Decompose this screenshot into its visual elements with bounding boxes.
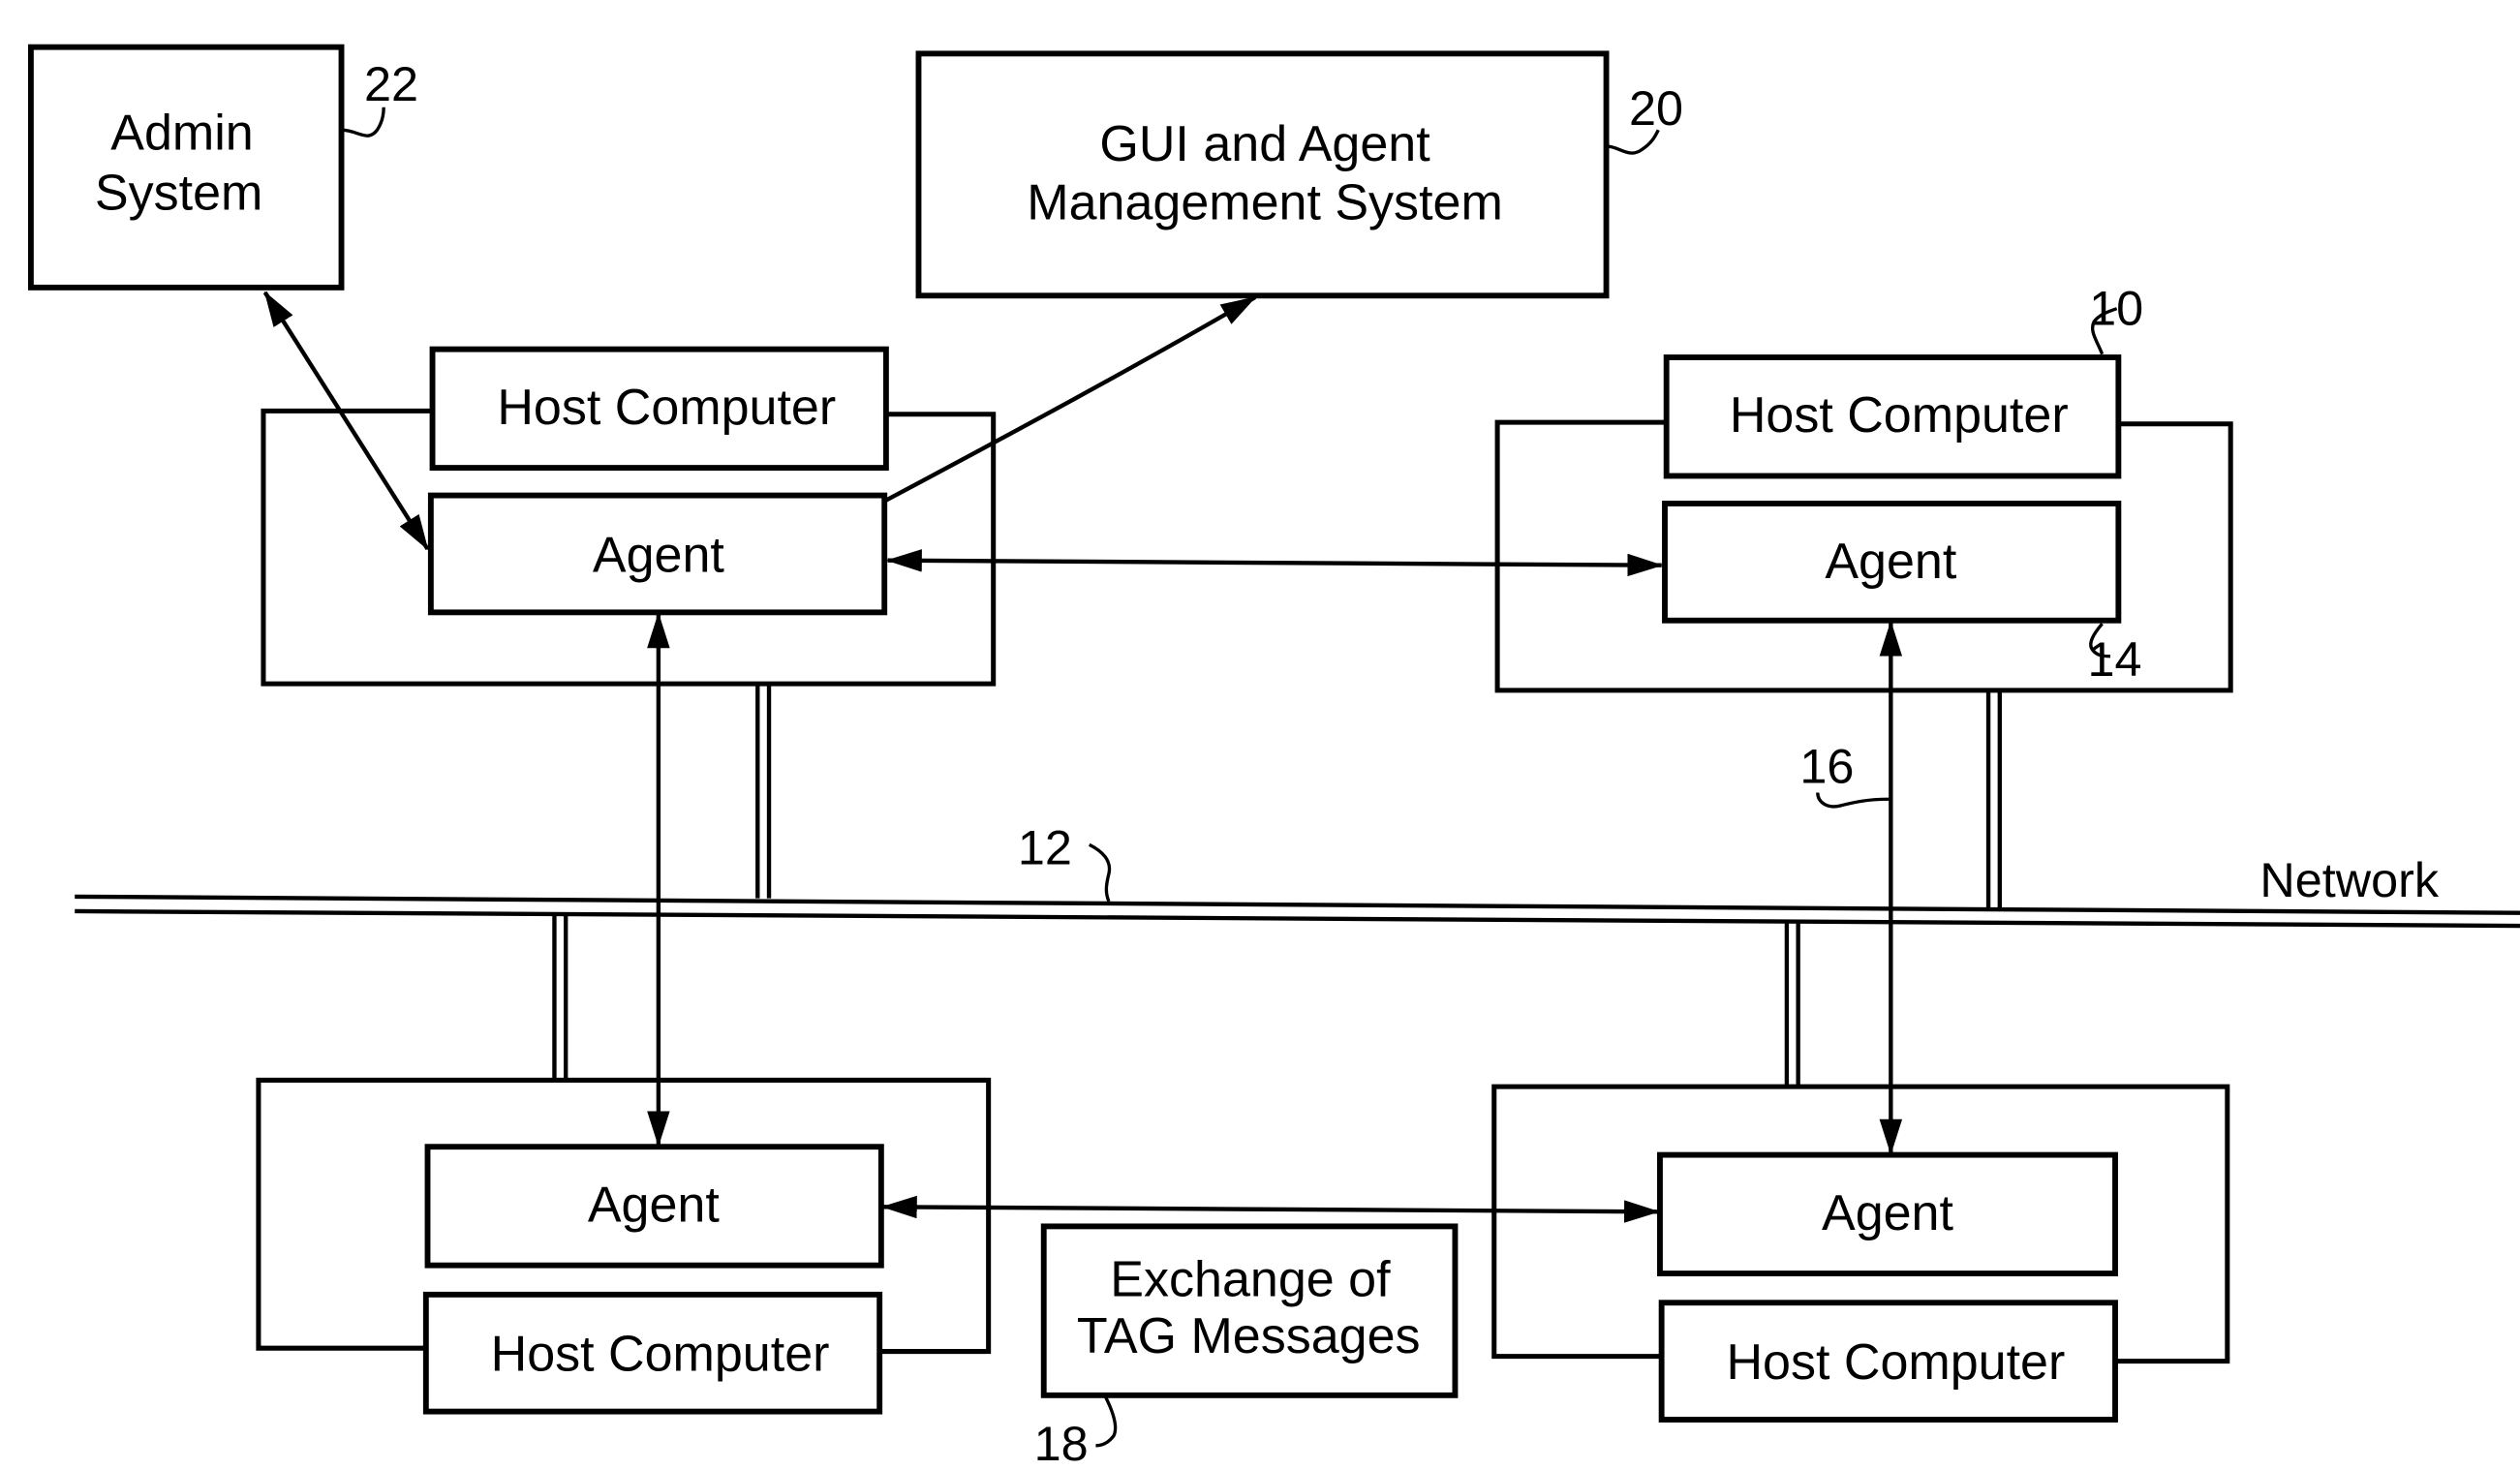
agent-label: Agent	[1825, 534, 1956, 590]
arrow-admin-agent	[262, 291, 430, 551]
network-drop-bottom-left	[552, 914, 569, 1081]
gui-label-line1: GUI and Agent	[1099, 116, 1430, 172]
ref-22: 22	[364, 56, 418, 111]
ref-14: 14	[2087, 631, 2141, 687]
admin-system-label-line1: Admin	[110, 105, 253, 161]
tag-exchange-line2: TAG Messages	[1077, 1308, 1421, 1364]
agent-network-diagram: Admin System 22 GUI and Agent Management…	[27, 44, 2520, 1470]
ref-16: 16	[1799, 739, 1854, 794]
leader-22	[341, 107, 385, 138]
tag-exchange-box: Exchange of TAG Messages	[1040, 1223, 1459, 1398]
network-label: Network	[2259, 852, 2439, 907]
host-group-bottom-right: Agent Host Computer	[1491, 1084, 2230, 1423]
ref-18: 18	[1034, 1416, 1089, 1470]
tag-exchange-line1: Exchange of	[1110, 1252, 1391, 1308]
host-computer-label: Host Computer	[1730, 387, 2069, 444]
gui-label-line2: Management System	[1027, 174, 1503, 230]
host-computer-label: Host Computer	[491, 1327, 830, 1383]
host-group-bottom-left: Agent Host Computer	[256, 1077, 992, 1415]
agent-label: Agent	[588, 1177, 720, 1233]
agent-label: Agent	[1822, 1185, 1953, 1241]
ref-20: 20	[1629, 80, 1683, 136]
ref-12: 12	[1018, 819, 1072, 874]
network-drop-top-left	[755, 684, 772, 899]
arrow-agent-agent-bottom	[880, 1195, 1660, 1223]
admin-system-label-line2: System	[95, 165, 262, 221]
leader-16	[1816, 792, 1890, 809]
admin-system-box: Admin System	[27, 44, 345, 291]
arrow-agent-agent-top	[885, 549, 1664, 577]
agent-label: Agent	[593, 527, 724, 583]
host-computer-label: Host Computer	[497, 380, 836, 436]
host-computer-label: Host Computer	[1726, 1334, 2065, 1391]
network-bus	[75, 894, 2520, 929]
gui-agent-management-box: GUI and Agent Management System	[915, 50, 1610, 299]
arrow-agent-gui	[884, 295, 1257, 503]
network-drop-bottom-right	[1784, 922, 1800, 1087]
network-drop-top-right	[1985, 689, 2002, 911]
host-group-top-left: Host Computer Agent	[261, 346, 997, 687]
leader-12	[1088, 842, 1112, 903]
leader-18	[1095, 1395, 1118, 1448]
